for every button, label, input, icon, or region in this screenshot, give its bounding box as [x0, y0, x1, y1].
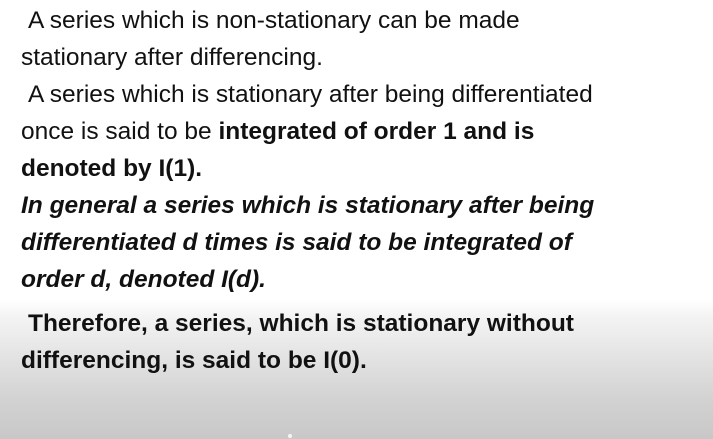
text-bold-line: denoted by I(1). — [21, 155, 203, 182]
paragraph-integrated-order-0: Therefore, a series, which is stationary… — [21, 305, 574, 379]
slide: A series which is non-stationary can be … — [0, 0, 713, 439]
text-line: order d, denoted I(d). — [21, 266, 266, 293]
decorative-dot — [288, 434, 292, 438]
text-line: once is said to be integrated of order 1… — [21, 113, 593, 150]
paragraph-differencing: A series which is non-stationary can be … — [21, 2, 520, 76]
text-plain: once is said to be — [21, 118, 219, 145]
text-bold: integrated of order 1 and is — [218, 118, 535, 145]
text-line: differencing, is said to be I(0). — [21, 347, 367, 374]
text-line: A series which is stationary after being… — [28, 81, 593, 108]
text-line: differentiated d times is said to be int… — [21, 229, 572, 256]
text-line: A series which is non-stationary can be … — [28, 7, 520, 34]
paragraph-integrated-order-d: In general a series which is stationary … — [21, 187, 594, 298]
paragraph-integrated-order-1: A series which is stationary after being… — [21, 76, 593, 187]
text-line: stationary after differencing. — [21, 44, 323, 71]
text-line: In general a series which is stationary … — [21, 192, 595, 219]
text-line: Therefore, a series, which is stationary… — [28, 310, 574, 337]
